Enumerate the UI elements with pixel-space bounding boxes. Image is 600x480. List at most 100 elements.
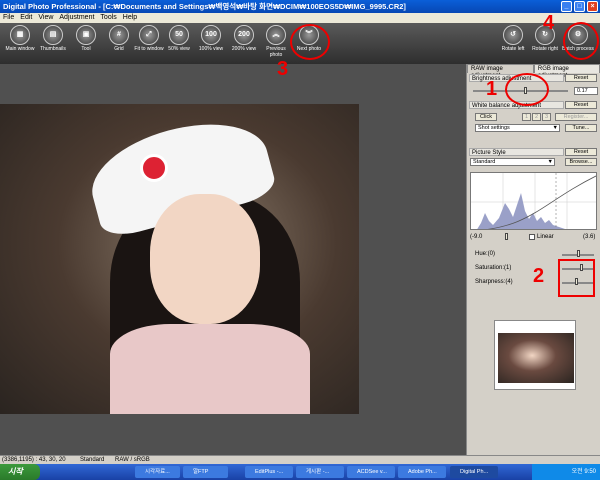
menu-tools[interactable]: Tools — [100, 13, 116, 23]
thumbnails-button[interactable]: ▤ Thumbnails — [37, 25, 69, 52]
menu-bar: File Edit View Adjustment Tools Help — [0, 13, 600, 23]
task-item[interactable]: EditPlus -... — [245, 466, 293, 478]
navigator-thumbnail-image — [498, 333, 574, 383]
menu-adjustment[interactable]: Adjustment — [59, 13, 94, 23]
annotation-number-3: 3 — [277, 58, 289, 80]
zoom-200-icon: 200 — [234, 25, 254, 45]
picture-style-reset-button[interactable]: Reset — [565, 148, 597, 156]
rotate-left-label: Rotate left — [501, 46, 525, 52]
brightness-value-field[interactable]: 0.17 — [574, 87, 598, 95]
zoom-100-icon: 100 — [201, 25, 221, 45]
zoom-200-button[interactable]: 200 200% view — [228, 25, 260, 52]
browse-button[interactable]: Browse... — [565, 158, 597, 166]
taskbar: 시작 시각자료... 알FTP EditPlus -... 게시판 -... A… — [0, 464, 600, 480]
annotation-number-4: 4 — [543, 12, 555, 34]
task-item[interactable]: Adobe Ph... — [398, 466, 446, 478]
task-item[interactable]: Digital Ph... — [450, 466, 498, 478]
wb-slot-3-button[interactable]: 3 — [542, 113, 551, 121]
hue-slider-handle[interactable] — [577, 250, 580, 257]
rotate-left-button[interactable]: ↺ Rotate left — [497, 25, 529, 52]
menu-help[interactable]: Help — [123, 13, 137, 23]
zoom-50-icon: 50 — [169, 25, 189, 45]
close-button[interactable]: × — [587, 1, 598, 12]
wb-slot-2-button[interactable]: 2 — [532, 113, 541, 121]
tone-curve-histogram[interactable] — [470, 172, 597, 230]
rotate-right-label: Rotate right — [532, 46, 558, 52]
zoom-50-label: 50% view — [168, 46, 190, 52]
menu-view[interactable]: View — [38, 13, 53, 23]
menu-file[interactable]: File — [3, 13, 14, 23]
navigator-thumbnail[interactable] — [494, 320, 576, 390]
main-window-icon: ▦ — [10, 25, 30, 45]
annotation-circle-batch — [563, 22, 599, 60]
window-title: Digital Photo Professional - [C:₩Documen… — [3, 2, 406, 11]
annotation-circle-next-photo — [290, 24, 330, 60]
menu-edit[interactable]: Edit — [20, 13, 32, 23]
grid-button[interactable]: # Grid — [103, 25, 135, 52]
system-tray: 오전 9:50 — [532, 464, 600, 480]
picture-style-select[interactable]: Standard ▼ — [470, 158, 555, 166]
tool-label: Tool — [81, 46, 91, 52]
tone-range-handle[interactable] — [505, 233, 508, 240]
start-button[interactable]: 시작 — [0, 464, 40, 480]
task-item[interactable]: 알FTP — [183, 466, 228, 478]
zoom-200-label: 200% view — [231, 46, 257, 52]
maximize-button[interactable]: □ — [574, 1, 585, 12]
annotation-number-2: 2 — [533, 265, 545, 287]
fit-to-window-button[interactable]: ⤢ Fit to window — [133, 25, 165, 52]
white-balance-select[interactable]: Shot settings ▼ — [475, 124, 560, 132]
chevron-up-icon: ︽ — [266, 25, 286, 45]
photo-hat-badge — [140, 154, 168, 182]
task-item[interactable]: 게시판 -... — [296, 466, 344, 478]
fit-to-window-label: Fit to window — [134, 46, 164, 52]
tone-range-min: (-9.0 — [470, 234, 483, 240]
picture-style-select-value: Standard — [473, 159, 496, 165]
thumbnails-icon: ▤ — [43, 25, 63, 45]
brightness-reset-button[interactable]: Reset — [565, 74, 597, 82]
clock: 오전 9:50 — [571, 469, 596, 475]
palette-tabs: RAW image adjustment RGB image adjustmen… — [467, 64, 600, 79]
window-titlebar: Digital Photo Professional - [C:₩Documen… — [0, 0, 600, 13]
wb-slot-1-button[interactable]: 1 — [522, 113, 531, 121]
task-item[interactable]: ACDSee v... — [347, 466, 395, 478]
photo-preview[interactable] — [0, 104, 359, 414]
linear-checkbox[interactable] — [529, 234, 535, 240]
annotation-box-sliders — [558, 259, 595, 297]
previous-photo-label: Previous photo — [266, 46, 286, 58]
photo-face — [150, 194, 260, 324]
main-window-label: Main window — [5, 46, 35, 52]
white-balance-reset-button[interactable]: Reset — [565, 101, 597, 109]
linear-label: Linear — [537, 234, 554, 240]
click-white-balance-button[interactable]: Click — [475, 113, 497, 121]
tool-icon: ▣ — [76, 25, 96, 45]
dropdown-arrow-icon: ▼ — [552, 125, 558, 131]
zoom-100-label: 100% view — [198, 46, 224, 52]
rotate-left-icon: ↺ — [503, 25, 523, 45]
tab-raw-adjustment[interactable]: RAW image adjustment — [467, 64, 534, 79]
tone-range-max: (3.6) — [583, 234, 596, 240]
grid-label: Grid — [114, 46, 124, 52]
zoom-50-button[interactable]: 50 50% view — [163, 25, 195, 52]
histogram-graph — [471, 173, 596, 229]
minimize-button[interactable]: _ — [561, 1, 572, 12]
picture-style-section-label: Picture Style — [469, 148, 564, 156]
task-item[interactable]: 시각자료... — [135, 466, 180, 478]
fit-to-window-icon: ⤢ — [139, 25, 159, 45]
thumbnails-label: Thumbnails — [40, 46, 66, 52]
sharpness-label: Sharpness:(4) — [475, 279, 513, 285]
hue-label: Hue:(0) — [475, 251, 496, 257]
previous-photo-button[interactable]: ︽ Previous photo — [260, 25, 292, 58]
grid-icon: # — [109, 25, 129, 45]
photo-clothing — [110, 324, 310, 414]
tune-button[interactable]: Tune... — [565, 124, 597, 132]
annotation-circle-brightness — [505, 73, 549, 106]
tab-rgb-adjustment[interactable]: RGB image adjustment — [533, 64, 600, 79]
zoom-100-button[interactable]: 100 100% view — [195, 25, 227, 52]
main-window-button[interactable]: ▦ Main window — [4, 25, 36, 52]
annotation-number-1: 1 — [486, 78, 498, 100]
tool-button[interactable]: ▣ Tool — [70, 25, 102, 52]
status-bar: (3386,1195) : 43, 30, 20 Standard RAW / … — [0, 455, 600, 464]
image-viewer[interactable] — [0, 64, 466, 455]
saturation-label: Saturation:(1) — [475, 265, 512, 271]
register-button[interactable]: Register... — [555, 113, 597, 121]
